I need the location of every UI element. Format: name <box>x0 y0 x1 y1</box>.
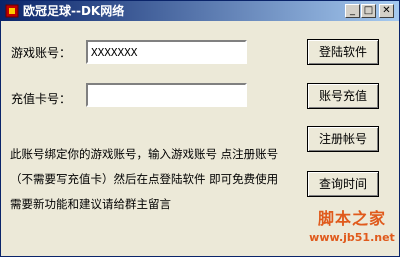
window-title: 欧冠足球--DK网络 <box>23 4 125 18</box>
app-icon <box>5 4 19 18</box>
title-bar[interactable]: 欧冠足球--DK网络 _ □ ✕ <box>1 1 399 21</box>
card-input[interactable] <box>86 83 247 107</box>
maximize-button[interactable]: □ <box>361 4 376 18</box>
close-button[interactable]: ✕ <box>379 4 394 18</box>
watermark: 脚本之家 www.jb51.net <box>307 205 397 244</box>
watermark-url: www.jb51.net <box>309 231 395 244</box>
info-line-2: （不需要写充值卡）然后在点登陆软件 即可免费使用 <box>10 172 279 186</box>
recharge-button[interactable]: 账号充值 <box>307 83 379 109</box>
info-line-1: 此账号绑定你的游戏账号，输入游戏账号 点注册账号 <box>10 147 279 161</box>
register-button[interactable]: 注册帐号 <box>307 126 379 152</box>
watermark-logo: 脚本之家 <box>317 209 386 228</box>
info-line-3: 需要新功能和建议请给群主留言 <box>10 197 171 211</box>
login-button[interactable]: 登陆软件 <box>307 39 379 65</box>
card-label: 充值卡号： <box>11 92 72 106</box>
query-time-button[interactable]: 查询时间 <box>307 171 379 197</box>
minimize-button[interactable]: _ <box>345 4 360 18</box>
account-label: 游戏账号： <box>11 46 72 60</box>
account-input[interactable]: XXXXXXX <box>86 40 247 64</box>
app-window: 欧冠足球--DK网络 _ □ ✕ 游戏账号： XXXXXXX 充值卡号： 登陆软… <box>0 0 400 257</box>
